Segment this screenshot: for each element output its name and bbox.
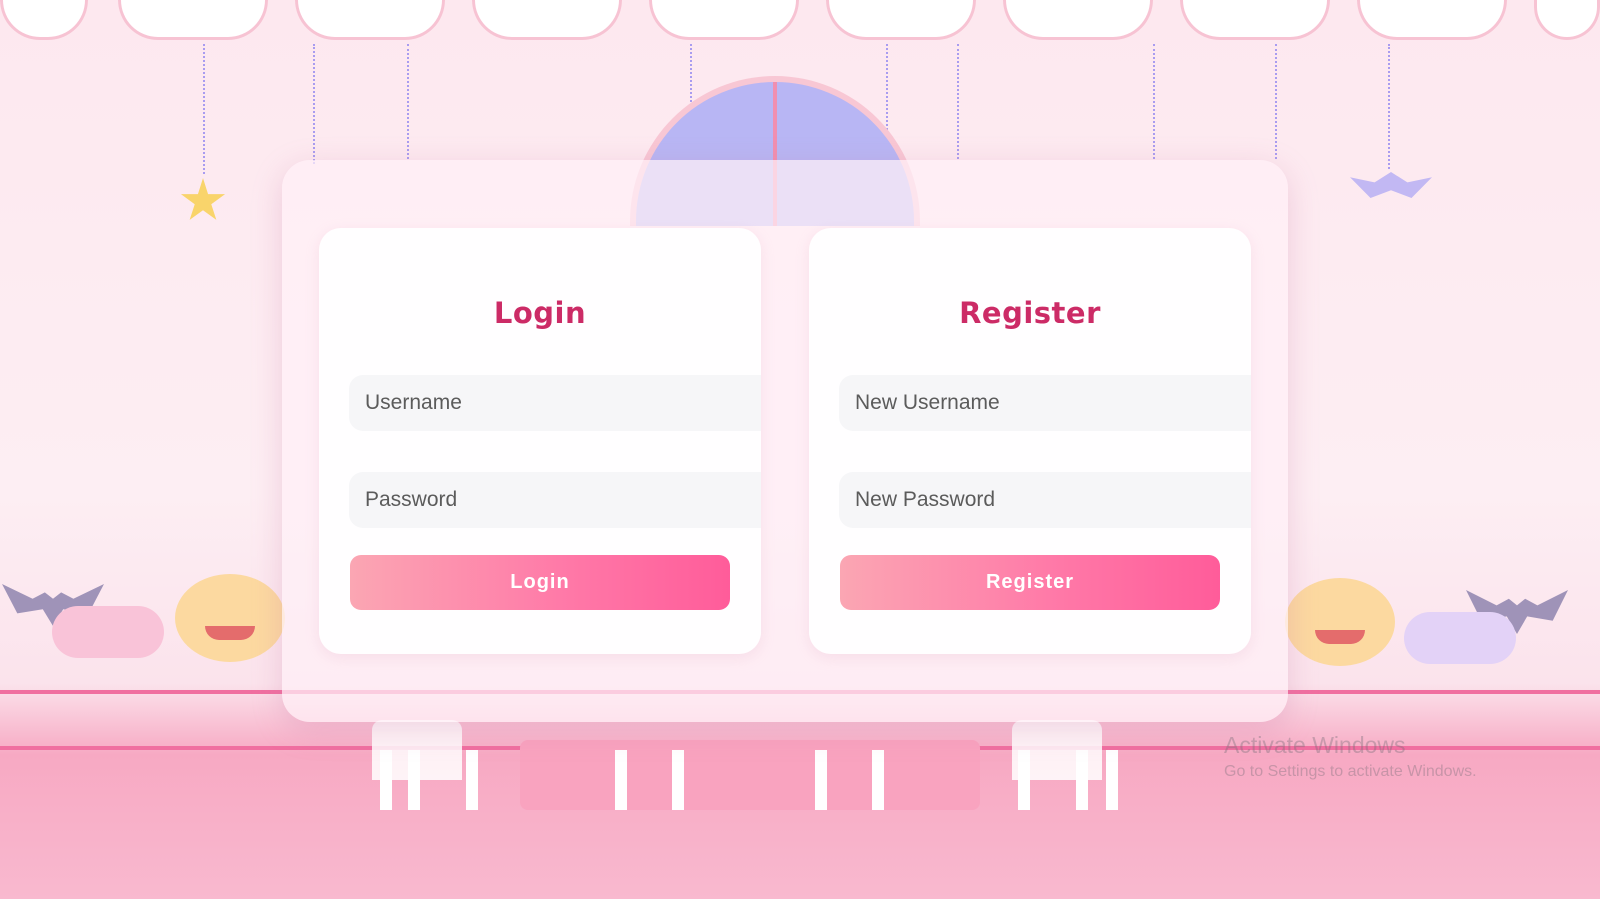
lace-trim — [118, 0, 268, 40]
register-card: Register Register — [809, 228, 1251, 654]
table — [520, 740, 980, 810]
hanging-string — [407, 44, 409, 159]
hanging-string — [203, 44, 205, 174]
hanging-string — [957, 44, 959, 159]
lace-trim — [1180, 0, 1330, 40]
hanging-string — [1153, 44, 1155, 159]
lace-trim — [0, 0, 88, 40]
hanging-string — [313, 44, 315, 164]
table-leg — [872, 750, 884, 810]
table-leg — [615, 750, 627, 810]
candy-icon — [1404, 612, 1516, 664]
lace-trim — [1357, 0, 1507, 40]
lace-trim — [472, 0, 622, 40]
pumpkin-icon — [175, 574, 285, 662]
stool-leg — [380, 750, 392, 810]
stool-leg — [408, 750, 420, 810]
stool-leg — [1106, 750, 1118, 810]
stool-leg — [1018, 750, 1030, 810]
star-icon — [180, 178, 226, 220]
hanging-string — [1275, 44, 1277, 159]
register-title: Register — [959, 296, 1101, 330]
login-title: Login — [493, 296, 587, 330]
table-leg — [815, 750, 827, 810]
activation-watermark: Activate Windows Go to Settings to activ… — [1224, 731, 1477, 785]
new-username-input[interactable] — [839, 375, 1251, 431]
lace-trim — [826, 0, 976, 40]
bat-icon — [1350, 172, 1432, 198]
lace-trim — [1534, 0, 1600, 40]
login-card: Login Login — [319, 228, 761, 654]
watermark-title: Activate Windows — [1224, 732, 1406, 758]
table-leg — [672, 750, 684, 810]
watermark-subtitle: Go to Settings to activate Windows. — [1224, 763, 1477, 780]
password-input[interactable] — [349, 472, 761, 528]
login-button[interactable]: Login — [350, 555, 730, 610]
register-button[interactable]: Register — [840, 555, 1220, 610]
pumpkin-icon — [1285, 578, 1395, 666]
lace-trim — [1003, 0, 1153, 40]
stool-leg — [1076, 750, 1088, 810]
lace-trim — [295, 0, 445, 40]
new-password-input[interactable] — [839, 472, 1251, 528]
lace-trim — [649, 0, 799, 40]
stool-leg — [466, 750, 478, 810]
username-input[interactable] — [349, 375, 761, 431]
candy-icon — [52, 606, 164, 658]
hanging-string — [1388, 44, 1390, 169]
